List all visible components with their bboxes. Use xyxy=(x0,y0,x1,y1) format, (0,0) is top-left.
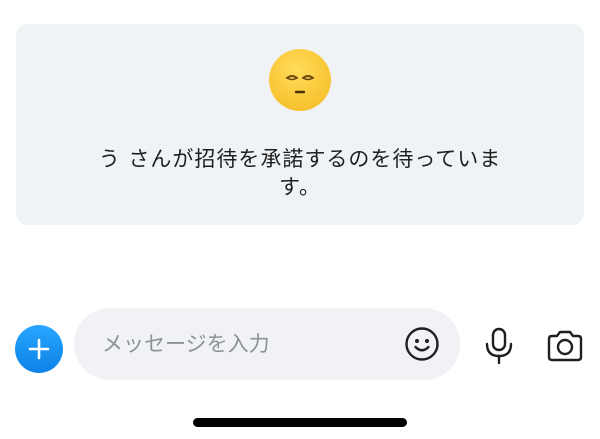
smiley-icon xyxy=(405,327,439,361)
plus-icon xyxy=(28,338,50,360)
home-indicator[interactable] xyxy=(193,418,407,427)
message-input[interactable] xyxy=(102,326,382,362)
message-input-container[interactable] xyxy=(74,308,460,380)
voice-message-button[interactable] xyxy=(481,326,517,366)
chat-screen: う さんが招待を承諾するのを待っています。 xyxy=(0,0,600,439)
pending-invite-card: う さんが招待を承諾するのを待っています。 xyxy=(16,24,584,225)
camera-icon xyxy=(547,330,583,362)
camera-button[interactable] xyxy=(545,328,585,364)
microphone-icon xyxy=(485,327,513,365)
waiting-face-icon xyxy=(268,48,332,112)
message-composer xyxy=(0,306,600,382)
emoji-picker-button[interactable] xyxy=(403,325,441,363)
add-attachment-button[interactable] xyxy=(15,325,63,373)
invite-status-message: う さんが招待を承諾するのを待っています。 xyxy=(98,147,502,199)
